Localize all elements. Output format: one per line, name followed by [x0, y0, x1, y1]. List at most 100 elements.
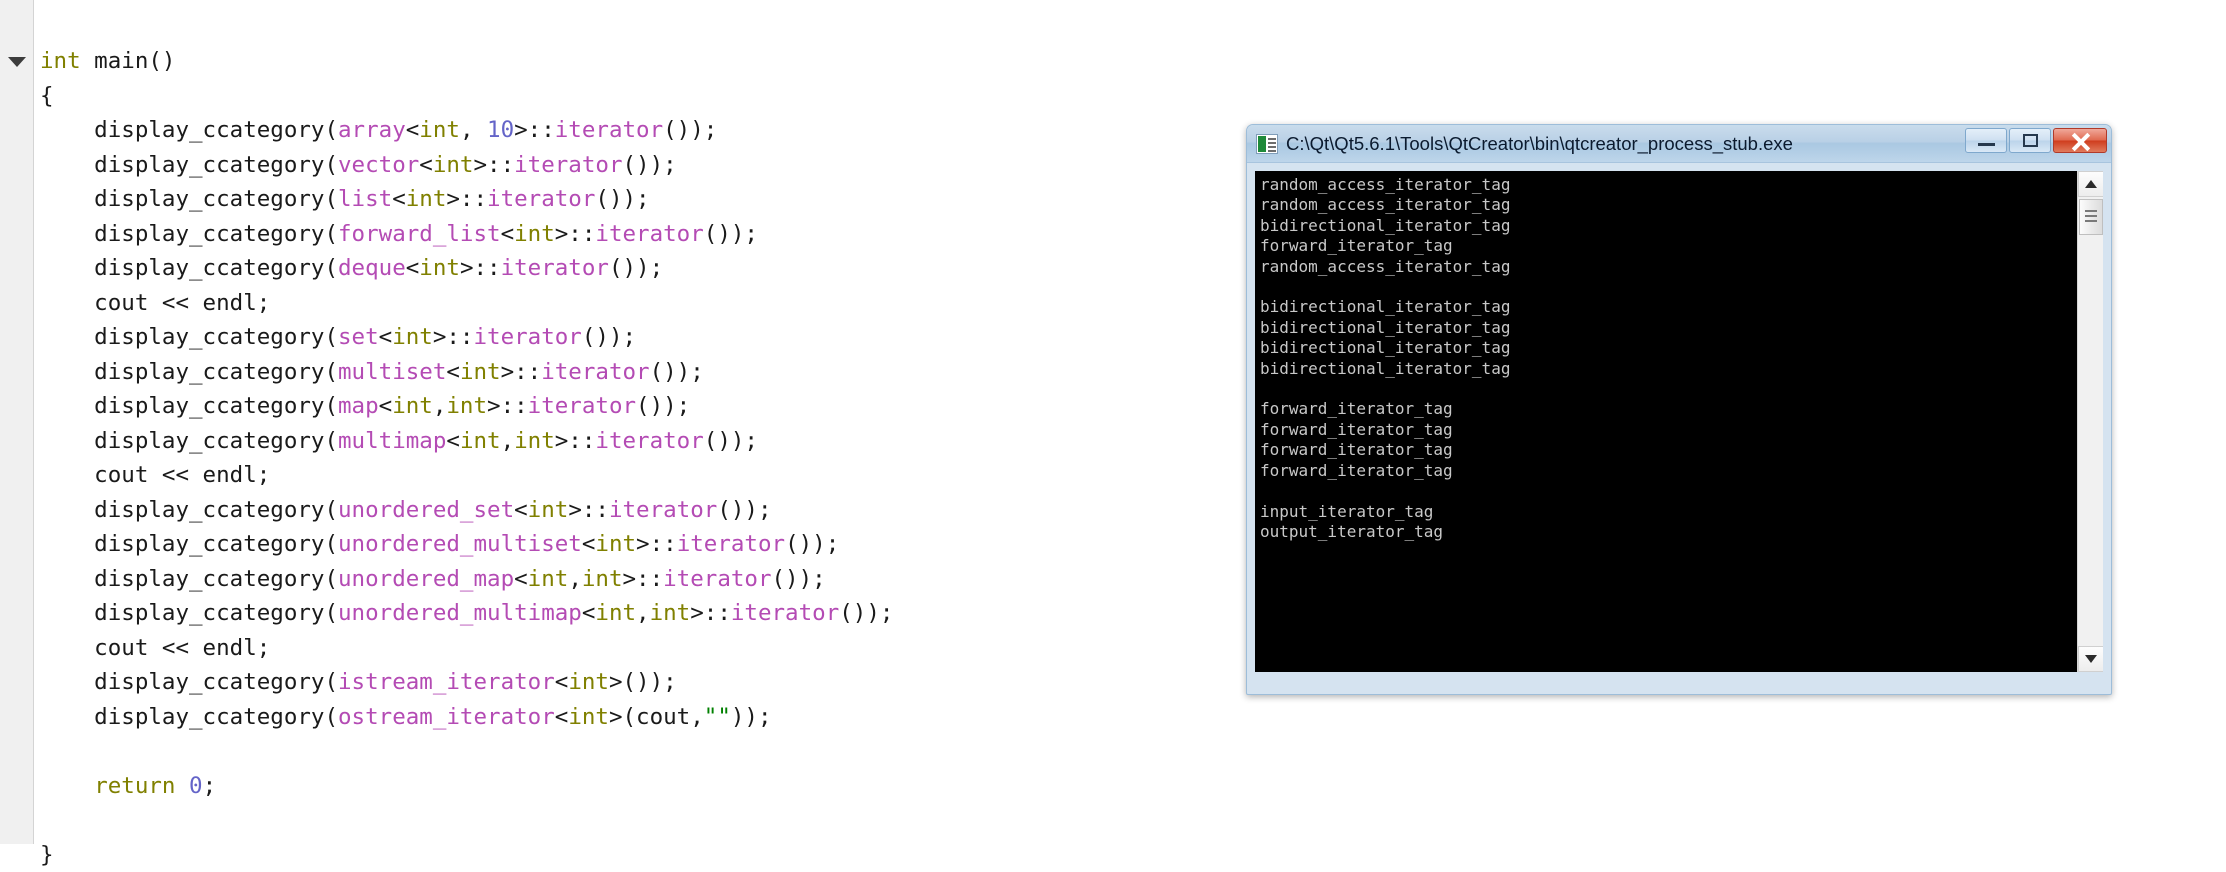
code-token — [175, 773, 189, 799]
code-token: iterator — [487, 186, 595, 212]
code-token: ostream_iterator — [338, 704, 555, 730]
code-token: ()); — [717, 497, 771, 523]
code-token: < — [582, 600, 596, 626]
code-token: , — [636, 600, 650, 626]
code-token: int — [460, 359, 501, 385]
code-token: < — [406, 255, 420, 281]
code-token: display_ccategory( — [40, 117, 338, 143]
code-token: iterator — [595, 428, 703, 454]
code-token: display_ccategory( — [40, 393, 338, 419]
code-line: int main() — [40, 44, 893, 79]
code-token: ()); — [650, 359, 704, 385]
code-token: iterator — [555, 117, 663, 143]
code-token: forward_list — [338, 221, 501, 247]
code-token: ()); — [636, 393, 690, 419]
fold-collapse-icon[interactable] — [8, 57, 26, 67]
minimize-button[interactable] — [1965, 128, 2007, 153]
code-token: )); — [731, 704, 772, 730]
code-token: >:: — [555, 221, 596, 247]
scroll-up-icon[interactable] — [2078, 171, 2103, 197]
code-token: int — [406, 186, 447, 212]
close-button[interactable] — [2053, 128, 2107, 153]
code-token: iterator — [677, 531, 785, 557]
code-token: iterator — [663, 566, 771, 592]
code-token: int — [514, 221, 555, 247]
code-token: < — [582, 531, 596, 557]
code-line: cout << endl; — [40, 458, 893, 493]
code-line: display_ccategory(set<int>::iterator()); — [40, 320, 893, 355]
code-line: display_ccategory(unordered_multiset<int… — [40, 527, 893, 562]
code-token: iterator — [514, 152, 622, 178]
code-token: int — [582, 566, 623, 592]
console-window[interactable]: C:\Qt\Qt5.6.1\Tools\QtCreator\bin\qtcrea… — [1246, 124, 2112, 695]
code-token: multimap — [338, 428, 446, 454]
code-token: "" — [704, 704, 731, 730]
code-token: set — [338, 324, 379, 350]
code-token: int — [595, 531, 636, 557]
code-token: iterator — [609, 497, 717, 523]
code-line: display_ccategory(array<int, 10>::iterat… — [40, 113, 893, 148]
code-token: cout << endl; — [40, 290, 270, 316]
code-line: display_ccategory(multimap<int,int>::ite… — [40, 424, 893, 459]
code-token: int — [419, 255, 460, 281]
chevron-down-icon — [2085, 655, 2097, 663]
code-line: cout << endl; — [40, 286, 893, 321]
console-scrollbar[interactable] — [2077, 171, 2103, 672]
code-token: ()); — [609, 255, 663, 281]
console-titlebar[interactable]: C:\Qt\Qt5.6.1\Tools\QtCreator\bin\qtcrea… — [1247, 125, 2111, 163]
code-line: cout << endl; — [40, 631, 893, 666]
code-token: >:: — [690, 600, 731, 626]
code-token: < — [446, 428, 460, 454]
code-token: < — [406, 117, 420, 143]
maximize-button[interactable] — [2009, 128, 2051, 153]
code-token: >:: — [636, 531, 677, 557]
code-token: int — [650, 600, 691, 626]
code-token: { — [40, 83, 54, 109]
code-token: display_ccategory( — [40, 531, 338, 557]
code-line: display_ccategory(unordered_multimap<int… — [40, 596, 893, 631]
code-token: int — [514, 428, 555, 454]
scrollbar-thumb[interactable] — [2079, 199, 2103, 235]
code-token: main() — [81, 48, 176, 74]
code-token: display_ccategory( — [40, 186, 338, 212]
code-token: display_ccategory( — [40, 359, 338, 385]
console-body[interactable]: random_access_iterator_tag random_access… — [1255, 171, 2103, 672]
code-line — [40, 803, 893, 838]
code-token: unordered_multiset — [338, 531, 582, 557]
code-token: display_ccategory( — [40, 428, 338, 454]
code-token: ()); — [595, 186, 649, 212]
code-token: , — [501, 428, 515, 454]
code-token: unordered_multimap — [338, 600, 582, 626]
code-token: ()); — [785, 531, 839, 557]
console-title-text: C:\Qt\Qt5.6.1\Tools\QtCreator\bin\qtcrea… — [1286, 133, 1793, 155]
code-token — [40, 773, 94, 799]
code-token: map — [338, 393, 379, 419]
code-token: ()); — [582, 324, 636, 350]
code-token: unordered_map — [338, 566, 514, 592]
code-line: display_ccategory(vector<int>::iterator(… — [40, 148, 893, 183]
code-line: display_ccategory(map<int,int>::iterator… — [40, 389, 893, 424]
code-token: >:: — [514, 117, 555, 143]
chevron-up-icon — [2085, 180, 2097, 188]
code-line: } — [40, 838, 893, 872]
code-token: int — [460, 428, 501, 454]
code-token: < — [555, 704, 569, 730]
scroll-down-icon[interactable] — [2078, 646, 2103, 672]
code-token: unordered_set — [338, 497, 514, 523]
code-token: ()); — [623, 152, 677, 178]
code-line: display_ccategory(deque<int>::iterator()… — [40, 251, 893, 286]
code-token: list — [338, 186, 392, 212]
code-token: istream_iterator — [338, 669, 555, 695]
code-line: display_ccategory(list<int>::iterator())… — [40, 182, 893, 217]
code-token: >:: — [446, 186, 487, 212]
code-line: display_ccategory(forward_list<int>::ite… — [40, 217, 893, 252]
code-token: int — [595, 600, 636, 626]
window-controls[interactable] — [1965, 128, 2107, 153]
code-token: >:: — [568, 497, 609, 523]
code-line: display_ccategory(multiset<int>::iterato… — [40, 355, 893, 390]
code-token: ()); — [663, 117, 717, 143]
code-token: display_ccategory( — [40, 566, 338, 592]
code-token: >:: — [460, 255, 501, 281]
source-code[interactable]: int main() { display_ccategory(array<int,… — [40, 44, 893, 872]
code-token: display_ccategory( — [40, 221, 338, 247]
